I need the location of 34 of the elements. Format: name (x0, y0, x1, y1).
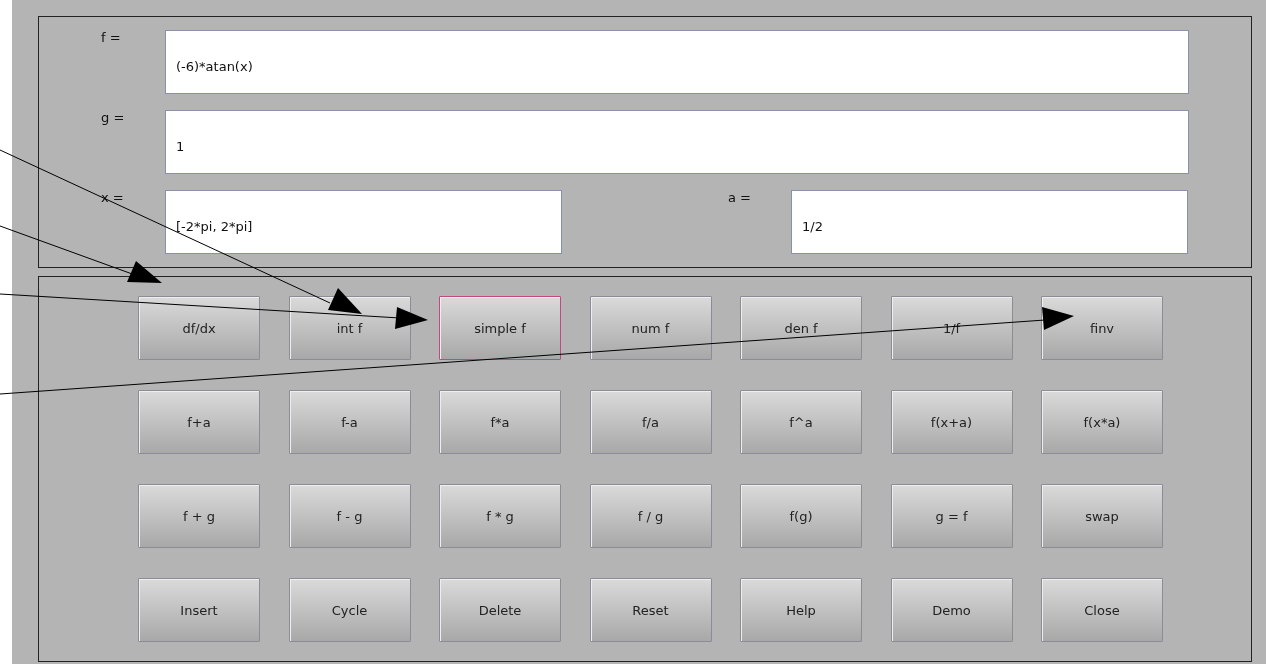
function-button[interactable]: Reset (589, 578, 712, 642)
function-button[interactable]: Insert (138, 578, 260, 642)
function-button[interactable]: f(g) (740, 484, 862, 548)
function-button[interactable]: num f (589, 296, 712, 360)
function-button[interactable]: f^a (740, 390, 862, 454)
function-button[interactable]: Delete (439, 578, 561, 642)
function-button[interactable]: finv (1041, 296, 1163, 360)
function-button[interactable]: f*a (439, 390, 561, 454)
input-field[interactable]: 1 (165, 110, 1189, 174)
input-field[interactable]: (-6)*atan(x) (165, 30, 1189, 94)
function-button[interactable]: f / g (589, 484, 712, 548)
function-button[interactable]: Demo (890, 578, 1013, 642)
function-button[interactable]: f * g (439, 484, 561, 548)
function-button[interactable]: swap (1041, 484, 1163, 548)
function-button[interactable]: f(x+a) (890, 390, 1013, 454)
function-button[interactable]: g = f (890, 484, 1013, 548)
input-field[interactable]: 1/2 (791, 190, 1188, 254)
function-button[interactable]: f(x*a) (1041, 390, 1163, 454)
field-label: g = (100, 110, 126, 125)
field-label: f = (100, 30, 122, 45)
function-button[interactable]: int f (288, 296, 411, 360)
function-button[interactable]: f+a (138, 390, 260, 454)
function-button[interactable]: f-a (288, 390, 411, 454)
function-button[interactable]: f - g (288, 484, 411, 548)
function-button[interactable]: Close (1041, 578, 1163, 642)
function-button[interactable]: Cycle (288, 578, 411, 642)
input-field[interactable]: [-2*pi, 2*pi] (165, 190, 562, 254)
function-button[interactable]: f/a (589, 390, 712, 454)
function-button[interactable]: den f (740, 296, 862, 360)
field-label: a = (727, 190, 752, 205)
function-button[interactable]: simple f (439, 296, 561, 360)
function-button[interactable]: df/dx (138, 296, 260, 360)
function-button[interactable]: Help (740, 578, 862, 642)
function-button[interactable]: f + g (138, 484, 260, 548)
